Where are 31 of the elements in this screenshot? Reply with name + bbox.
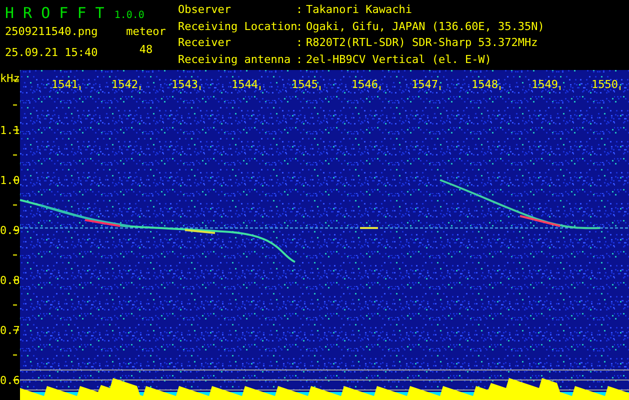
axis-unit: kHz — [0, 72, 20, 85]
y-axis-label: 0.7 — [0, 324, 20, 337]
frequency-label: 1543 — [172, 78, 198, 91]
frequency-label: 1548 — [472, 78, 498, 91]
frequency-label: 1544 — [232, 78, 258, 91]
timestamp: 25.09.21 15:40 — [5, 47, 99, 59]
info-value: Ogaki, Gifu, JAPAN (136.60E, 35.35N) — [306, 20, 544, 34]
info-label: Receiving antenna — [178, 54, 292, 68]
file-name: 2509211540.png — [5, 26, 99, 38]
info-separator: : — [296, 54, 304, 68]
app-title: H R O F F T — [5, 4, 104, 22]
meteor-label: meteor — [126, 26, 166, 38]
y-axis-label: 1.1 — [0, 124, 20, 137]
info-label: Observer — [178, 4, 232, 18]
info-value: 2el-HB9CV Vertical (el. E-W) — [306, 54, 492, 68]
frequency-label: 1546 — [352, 78, 378, 91]
info-value: Takanori Kawachi — [306, 4, 413, 18]
frequency-label: 1541 — [52, 78, 78, 91]
frequency-label: 1550 — [592, 78, 618, 91]
info-label: Receiver — [178, 37, 232, 51]
meteor-count: 48 — [139, 44, 153, 56]
info-label: Receiving Location — [178, 20, 296, 34]
info-separator: : — [296, 37, 304, 51]
frequency-label: 1545 — [292, 78, 318, 91]
frequency-label: 1547 — [412, 78, 438, 91]
info-separator: : — [296, 4, 304, 18]
frequency-label: 1542 — [112, 78, 138, 91]
app-version: 1.0.0 — [114, 10, 144, 22]
frequency-label: 1549 — [532, 78, 558, 91]
info-value: R820T2(RTL-SDR) SDR-Sharp 53.372MHz — [306, 37, 539, 51]
info-separator: : — [296, 20, 304, 34]
